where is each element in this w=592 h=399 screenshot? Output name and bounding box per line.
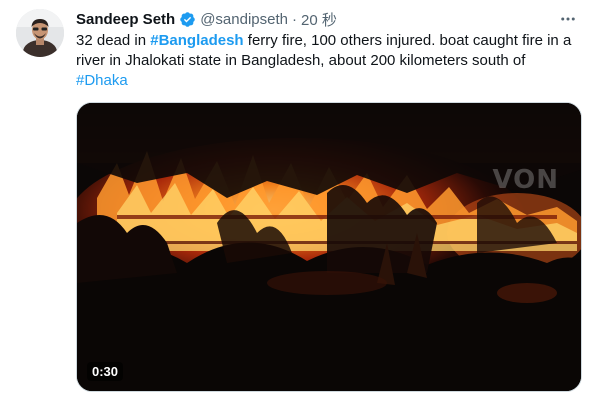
video-thumbnail xyxy=(77,103,581,391)
tweet-text-part: 32 dead in xyxy=(76,32,151,49)
author-handle[interactable]: @sandipseth xyxy=(200,11,288,28)
video-duration-badge: 0:30 xyxy=(87,362,124,381)
more-options-icon[interactable] xyxy=(558,9,578,29)
verified-badge-icon xyxy=(179,11,196,28)
tweet-text: 32 dead in #Bangladesh ferry fire, 100 o… xyxy=(76,31,576,91)
tweet-timestamp[interactable]: 20 秒 xyxy=(301,9,337,30)
author-name[interactable]: Sandeep Seth xyxy=(76,11,175,28)
tweet-header: Sandeep Seth @sandipseth · 20 秒 xyxy=(76,9,337,29)
video-player[interactable]: VON 0:30 xyxy=(76,102,582,392)
header-separator: · xyxy=(291,10,297,28)
video-watermark: VON xyxy=(492,165,559,195)
hashtag-dhaka[interactable]: #Dhaka xyxy=(76,72,128,89)
author-avatar[interactable] xyxy=(16,9,64,57)
hashtag-bangladesh[interactable]: #Bangladesh xyxy=(150,32,243,49)
avatar-image xyxy=(16,9,64,57)
